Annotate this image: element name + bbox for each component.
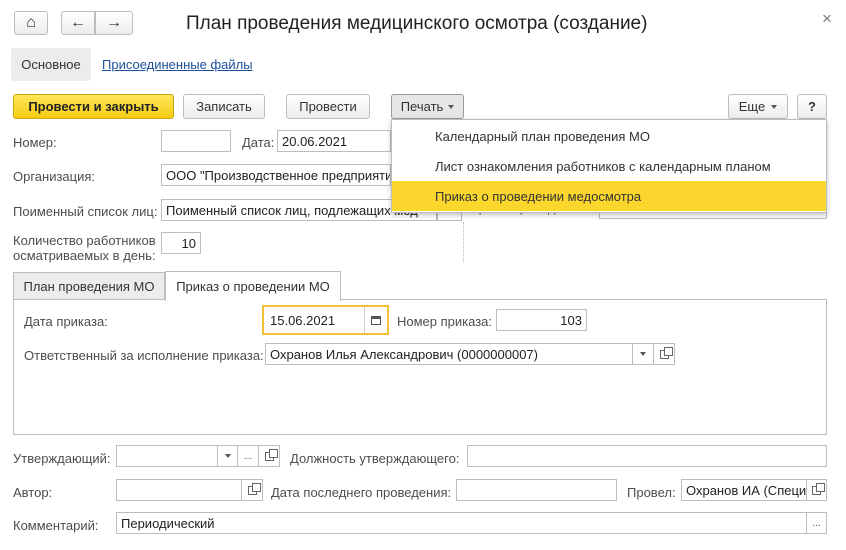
approver-select[interactable]: ... (237, 445, 259, 467)
tab-plan-mo[interactable]: План проведения МО (13, 272, 165, 299)
window-title: План проведения медицинского осмотра (со… (186, 13, 648, 34)
chevron-down-icon (640, 352, 646, 356)
approver-open[interactable] (258, 445, 280, 467)
chevron-down-icon (448, 104, 455, 109)
arrow-right-icon: → (106, 14, 122, 31)
close-icon[interactable]: × (822, 9, 832, 29)
forward-button[interactable]: → (95, 11, 133, 35)
more-button[interactable]: Еще (728, 94, 788, 119)
tab-main[interactable]: Основное (11, 48, 91, 81)
open-icon (247, 482, 261, 495)
count-label: Количество работников осматриваемых в де… (13, 233, 156, 263)
persons-list-label: Поименный список лиц: (13, 204, 158, 219)
last-post-date-field[interactable] (456, 479, 617, 501)
author-field[interactable] (116, 479, 242, 501)
posted-by-open[interactable] (806, 479, 827, 501)
organization-field[interactable]: ООО "Производственное предприяти (161, 164, 391, 186)
save-button[interactable]: Записать (183, 94, 265, 119)
count-field[interactable]: 10 (161, 232, 201, 254)
tab-attached-files[interactable]: Присоединенные файлы (102, 57, 253, 72)
post-and-close-button[interactable]: Провести и закрыть (13, 94, 174, 119)
order-number-label: Номер приказа: (397, 314, 493, 329)
open-icon (812, 482, 825, 495)
back-button[interactable]: ← (61, 11, 95, 35)
number-field[interactable] (161, 130, 231, 152)
posted-by-field[interactable]: Охранов ИА (Специ (681, 479, 807, 501)
comment-label: Комментарий: (13, 518, 99, 533)
print-label: Печать (400, 99, 444, 114)
responsible-open[interactable] (653, 343, 675, 365)
approver-position-label: Должность утверждающего: (290, 451, 460, 466)
date-field[interactable]: 20.06.2021 (277, 130, 391, 152)
order-date-field[interactable]: 15.06.2021 (270, 313, 335, 328)
order-date-label: Дата приказа: (24, 314, 108, 329)
arrow-left-icon: ← (70, 14, 86, 31)
responsible-dropdown[interactable] (632, 343, 654, 365)
order-number-field[interactable]: 103 (496, 309, 587, 331)
posted-by-label: Провел: (627, 485, 676, 500)
print-menu: Календарный план проведения МО Лист озна… (391, 119, 827, 213)
post-button[interactable]: Провести (286, 94, 370, 119)
author-open[interactable] (241, 479, 263, 501)
tab-order-mo[interactable]: Приказ о проведении МО (165, 271, 341, 301)
calendar-icon (371, 315, 381, 325)
tab-main-label: Основное (21, 57, 81, 72)
open-icon (264, 448, 278, 461)
approver-position-field[interactable] (467, 445, 827, 467)
home-button[interactable]: ⌂ (14, 11, 48, 35)
organization-label: Организация: (13, 169, 96, 184)
print-button[interactable]: Печать (391, 94, 464, 119)
last-post-date-label: Дата последнего проведения: (271, 485, 452, 500)
approver-dropdown[interactable] (217, 445, 238, 467)
column-divider (463, 222, 464, 262)
responsible-label: Ответственный за исполнение приказа: (24, 348, 264, 363)
responsible-field[interactable]: Охранов Илья Александрович (0000000007) (265, 343, 633, 365)
home-icon: ⌂ (26, 14, 36, 31)
author-label: Автор: (13, 485, 53, 500)
comment-field[interactable]: Периодический (116, 512, 807, 534)
open-icon (659, 346, 673, 359)
chevron-down-icon (224, 454, 231, 458)
calendar-button[interactable] (364, 307, 387, 333)
help-button[interactable]: ? (797, 94, 827, 119)
date-label: Дата: (242, 135, 275, 150)
approver-label: Утверждающий: (13, 451, 111, 466)
print-menu-item-order[interactable]: Приказ о проведении медосмотра (392, 181, 826, 211)
chevron-down-icon (771, 104, 778, 109)
print-menu-item-calendar-plan[interactable]: Календарный план проведения МО (392, 121, 826, 151)
number-label: Номер: (13, 135, 57, 150)
print-menu-item-acquaintance-sheet[interactable]: Лист ознакомления работников с календарн… (392, 151, 826, 181)
approver-field[interactable] (116, 445, 218, 467)
comment-expand[interactable]: ... (806, 512, 827, 534)
more-label: Еще (738, 99, 766, 114)
